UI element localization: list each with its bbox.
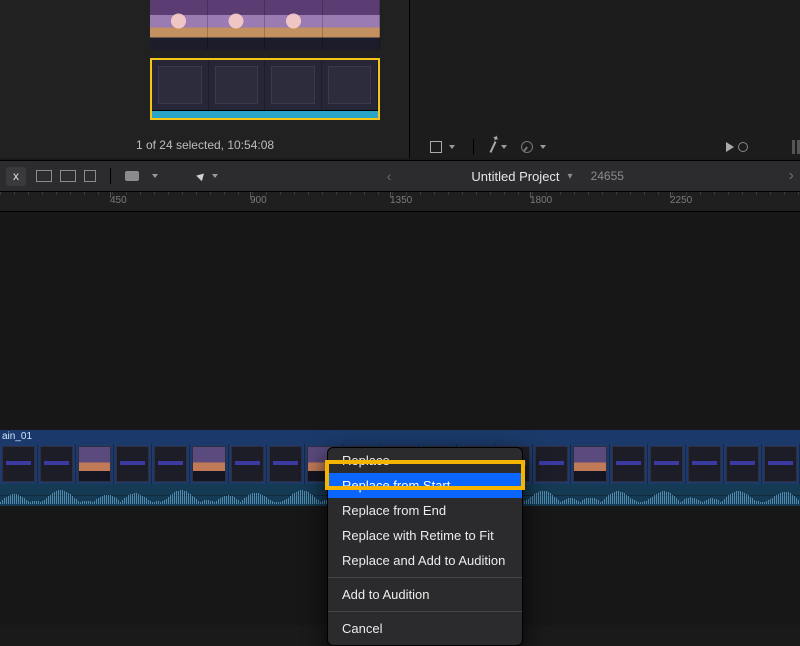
menu-item-replace-from-end[interactable]: Replace from End [328,498,522,523]
loop-icon[interactable] [738,142,748,152]
ruler-tick: 1350 [390,192,412,211]
browser-left-panel: 1 of 24 selected, 10:54:08 [0,0,410,158]
enhance-tool[interactable] [492,141,507,153]
menu-item-add-audition[interactable]: Add to Audition [328,582,522,607]
browser-status: 1 of 24 selected, 10:54:08 [0,138,410,152]
playback-controls [726,142,748,152]
timecode-frames[interactable]: 24655 [591,169,624,183]
timeline-header: x ‹ Untitled Project ▾ 24655 › [0,160,800,192]
context-menu: Replace Replace from Start Replace from … [327,447,523,646]
select-tool[interactable] [198,172,218,180]
clip-appearance-icon[interactable] [125,171,139,181]
menu-item-replace-from-start[interactable]: Replace from Start [328,473,522,498]
clip-name-label[interactable]: ain_01 [0,430,800,444]
browser-thumbnails[interactable] [0,0,409,120]
menu-item-replace-audition[interactable]: Replace and Add to Audition [328,548,522,573]
chevron-down-icon[interactable]: ▾ [568,171,573,182]
menu-separator [328,577,522,578]
menu-item-replace[interactable]: Replace [328,448,522,473]
viewer-toolbar [420,136,800,158]
ruler-tick: 2250 [670,192,692,211]
audio-strip [152,110,378,118]
ruler-tick: 1800 [530,192,552,211]
clip-appearance-group[interactable] [36,170,96,182]
play-icon[interactable] [726,142,734,152]
ruler-tick: 900 [250,192,267,211]
viewer-panel [410,0,800,158]
ruler-tick: 450 [110,192,127,211]
project-title[interactable]: Untitled Project [471,169,559,184]
menu-separator [328,611,522,612]
filmstrip-item-selected[interactable] [150,58,380,120]
index-chip[interactable]: x [6,167,26,186]
pause-icon[interactable] [792,140,800,154]
menu-item-cancel[interactable]: Cancel [328,616,522,641]
transform-tool[interactable] [430,141,455,153]
timeline-ruler[interactable]: 4509001350180022502700 [0,192,800,212]
media-browser: 1 of 24 selected, 10:54:08 [0,0,800,158]
timeline-history-back[interactable]: ‹ [383,168,396,184]
retime-tool[interactable] [521,141,546,153]
filmstrip-item[interactable] [150,0,380,50]
timeline-history-forward[interactable]: › [789,167,794,185]
menu-item-replace-retime[interactable]: Replace with Retime to Fit [328,523,522,548]
